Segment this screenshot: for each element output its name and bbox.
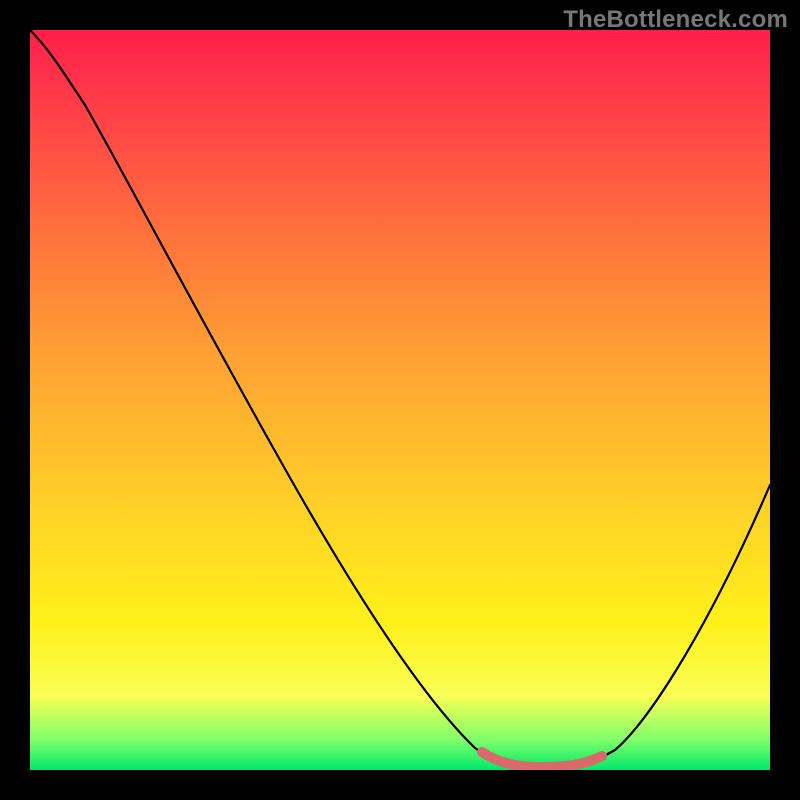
optimal-zone-marker [482, 752, 602, 767]
chart-frame: TheBottleneck.com [0, 0, 800, 800]
plot-area [30, 30, 770, 770]
curve-layer [30, 30, 770, 770]
bottleneck-curve [30, 30, 770, 767]
watermark-text: TheBottleneck.com [563, 6, 788, 34]
